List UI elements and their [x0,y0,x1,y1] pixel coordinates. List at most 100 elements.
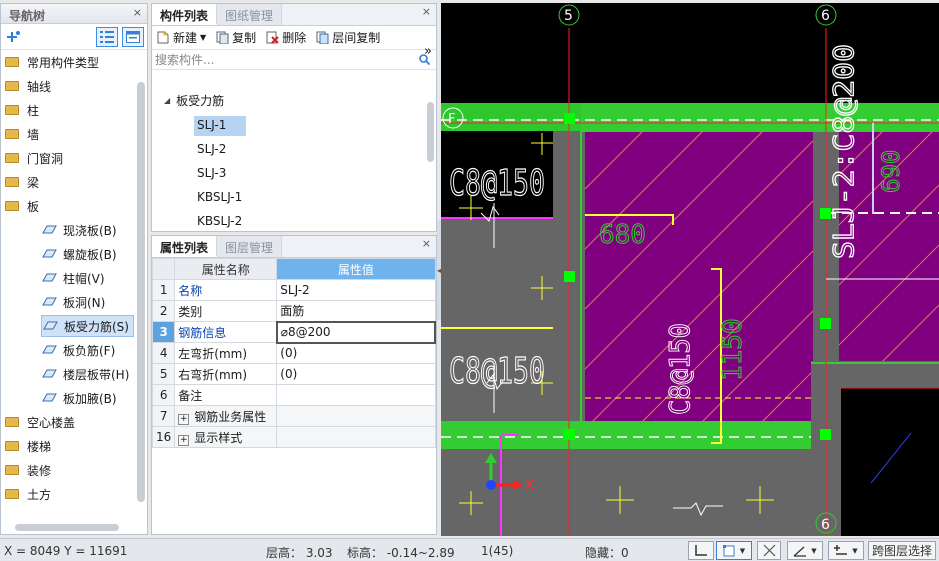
offset-icon [834,544,848,555]
tab-property-list[interactable]: 属性列表 [152,236,218,257]
component-item[interactable]: SLJ-2 [194,140,229,160]
panel-view-icon[interactable] [122,27,144,47]
rebar-text-c8-vertical: C8@150 [663,323,696,415]
folder-icon [5,129,19,139]
property-row[interactable]: 3 钢筋信息 ⌀8@200 [151,320,437,344]
spiral-slab-icon [41,247,57,261]
nav-scrollbar[interactable] [137,82,145,502]
nav-item[interactable]: 门窗洞 [5,147,63,169]
green-beam-mid [441,421,811,449]
nav-item-label: 轴线 [27,79,52,94]
search-input[interactable]: 搜索构件... [155,51,214,68]
component-item[interactable]: KBSLJ-1 [194,188,245,208]
cross-select-button[interactable] [757,541,781,560]
property-row[interactable]: 2 类别 面筋 [151,300,436,322]
property-row[interactable]: 16 + 显示样式 [151,426,436,448]
delete-button[interactable]: 删除 [265,29,306,46]
angle-button[interactable]: ▼ [787,541,823,560]
nav-item[interactable]: 柱 [5,99,39,121]
dimension-680: 680 [599,220,646,250]
nav-item[interactable]: 板受力筋(S) [41,315,134,337]
nav-item[interactable]: 梁 [5,171,39,193]
nav-item[interactable]: 空心楼盖 [5,411,75,433]
offset-button[interactable]: ▼ [828,541,864,560]
tab-layer-manage[interactable]: 图层管理 [217,236,283,257]
add-icon[interactable] [7,30,21,44]
close-icon[interactable]: × [422,5,431,18]
component-item[interactable]: SLJ-3 [194,164,229,184]
copy-button[interactable]: 复制 [215,29,256,46]
ortho-button[interactable] [688,541,714,560]
cross-layer-select-button[interactable]: 跨图层选择 [868,541,936,560]
new-label: 新建 [173,31,198,45]
property-value[interactable]: (0) [276,363,436,385]
nav-item[interactable]: 板洞(N) [41,291,109,313]
nav-hscrollbar[interactable] [15,524,119,531]
component-scrollbar[interactable] [427,102,434,162]
nav-item[interactable]: 楼梯 [5,435,51,457]
component-item[interactable]: SLJ-1 [194,116,246,136]
slab-icon [41,223,57,237]
nav-item-label: 板 [27,199,40,214]
nav-item[interactable]: 现浇板(B) [41,219,121,241]
property-value[interactable]: (0) [276,342,436,364]
component-item[interactable]: KBSLJ-2 [194,212,245,232]
nav-item[interactable]: 土方 [5,483,51,505]
floor-copy-button[interactable]: 层间复制 [315,29,380,46]
property-row[interactable]: 6 备注 [151,384,436,406]
drawing-canvas[interactable]: 5 6 F 6 C8@150 C8@150 C8@150 SLJ-2:C8@20… [441,3,939,536]
folder-icon [5,417,19,427]
folder-icon [5,81,19,91]
property-value[interactable]: 面筋 [276,300,436,322]
property-value[interactable]: ⌀8@200 [275,320,437,344]
nav-item[interactable]: 装修 [5,459,51,481]
nav-item[interactable]: 轴线 [5,75,51,97]
property-name: 备注 [174,384,278,406]
tab-drawing-manage[interactable]: 图纸管理 [217,4,283,25]
property-row[interactable]: 7 + 钢筋业务属性 [151,405,436,427]
component-search[interactable]: 搜索构件... [152,50,436,70]
copy-icon [215,31,229,45]
chevron-down-icon[interactable]: ▼ [811,547,816,555]
nav-item[interactable]: 墙 [5,123,39,145]
property-value[interactable] [276,384,436,406]
snap-button[interactable]: ▼ [716,541,752,560]
nav-item[interactable]: 楼层板带(H) [41,363,133,385]
expand-icon[interactable]: + [178,413,190,425]
row-number: 7 [151,405,176,427]
property-value[interactable] [276,426,436,448]
row-number: 1 [151,279,176,301]
close-icon[interactable]: × [133,6,142,19]
property-row[interactable]: 5 右弯折(mm) (0) [151,363,436,385]
property-value[interactable]: SLJ-2 [276,279,436,301]
property-row[interactable]: 1 名称 SLJ-2 [151,279,436,301]
nav-item-label: 墙 [27,127,40,142]
floor-copy-label: 层间复制 [332,31,381,45]
ucs-x-label: X [525,478,535,494]
close-icon[interactable]: × [422,237,431,250]
nav-item[interactable]: 板加腋(B) [41,387,121,409]
tab-component-list[interactable]: 构件列表 [152,4,218,25]
chevron-down-icon[interactable]: ▼ [200,33,206,42]
nav-item[interactable]: 常用构件类型 [5,51,99,73]
nav-item[interactable]: 板 [5,195,39,217]
selection-count: 1(45) [481,544,514,558]
nav-item[interactable]: 柱帽(V) [41,267,109,289]
new-button[interactable]: 新建 ▼ [156,29,206,46]
nav-item[interactable]: 螺旋板(B) [41,243,121,265]
property-value[interactable] [276,405,436,427]
property-name: 类别 [174,300,278,322]
property-name-text: 显示样式 [194,430,243,445]
nav-item[interactable]: 板负筋(F) [41,339,119,361]
delete-label: 删除 [282,31,307,45]
component-toolbar: 新建 ▼ 复制 删除 层间复制 » [152,26,436,59]
chevron-down-icon[interactable]: ▼ [740,547,745,555]
search-icon[interactable] [419,54,430,65]
nav-tree-list: 常用构件类型轴线柱墙门窗洞梁板现浇板(B) 螺旋板(B) 柱帽(V) 板洞(N) 板受力… [1,51,135,521]
tree-group[interactable]: ◢ 板受力筋 [164,92,224,109]
expand-icon[interactable]: + [178,434,190,446]
property-row[interactable]: 4 左弯折(mm) (0) [151,342,436,364]
chevron-down-icon[interactable]: ▼ [852,547,857,555]
collapse-triangle-icon[interactable]: ◢ [164,96,170,105]
list-view-icon[interactable] [96,27,118,47]
